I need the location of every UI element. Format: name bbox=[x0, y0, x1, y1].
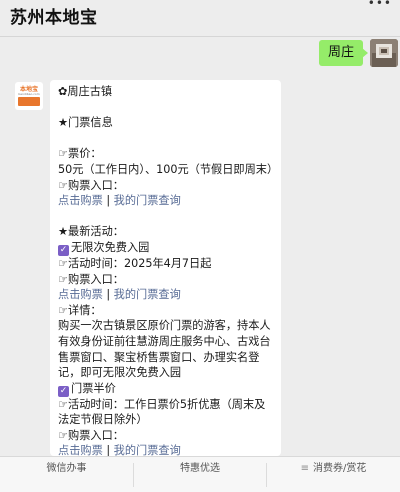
buy-ticket-link[interactable]: 点击购票 bbox=[58, 288, 103, 301]
bot-logo-sub: bendibao.com bbox=[18, 92, 40, 96]
half-price-item: ✓ 门票半价 bbox=[58, 381, 273, 397]
link-separator: | bbox=[102, 194, 114, 208]
user-message-text: 周庄 bbox=[327, 45, 354, 60]
user-avatar-photo bbox=[370, 39, 398, 67]
free-entry-text: 无限次免费入园 bbox=[71, 240, 150, 254]
check-icon: ✓ bbox=[58, 244, 69, 256]
purchase-links: 点击购票 | 我的门票查询 bbox=[58, 443, 273, 456]
link-separator: | bbox=[102, 444, 114, 456]
buy-ticket-link[interactable]: 点击购票 bbox=[58, 194, 103, 207]
reply-message-bubble: ✿周庄古镇 ★门票信息 ☞票价： 50元（工作日内）、100元（节假日即周末） … bbox=[50, 80, 281, 456]
price-label: ☞票价： bbox=[58, 147, 102, 161]
chat-header: 苏州本地宝 ••• bbox=[0, 0, 400, 36]
link-separator: | bbox=[102, 288, 114, 302]
user-avatar[interactable] bbox=[370, 39, 398, 67]
free-entry-item: ✓ 无限次免费入园 bbox=[58, 240, 273, 256]
buy-ticket-link[interactable]: 点击购票 bbox=[58, 444, 103, 456]
menu-coupons-label: 消费券/赏花 bbox=[313, 463, 367, 474]
chat-title: 苏州本地宝 bbox=[10, 8, 98, 28]
activity-heading: ★最新活动： bbox=[58, 225, 124, 239]
header-divider bbox=[0, 36, 400, 37]
bot-avatar[interactable]: 本地宝 bendibao.com bbox=[15, 82, 43, 110]
ticket-info-heading: ★门票信息 bbox=[58, 116, 113, 130]
purchase-entry-label: ☞购票入口： bbox=[58, 428, 124, 442]
menu-special-offers-label: 特惠优选 bbox=[180, 463, 220, 474]
half-price-text: 门票半价 bbox=[71, 381, 116, 395]
more-options-icon[interactable]: ••• bbox=[368, 0, 392, 10]
my-ticket-link[interactable]: 我的门票查询 bbox=[114, 194, 181, 207]
price-text: 50元（工作日内）、100元（节假日即周末） bbox=[58, 162, 279, 176]
my-ticket-link[interactable]: 我的门票查询 bbox=[114, 444, 181, 456]
purchase-links: 点击购票 | 我的门票查询 bbox=[58, 287, 273, 303]
details-label: ☞详情： bbox=[58, 303, 102, 317]
menu-list-icon: ≡ bbox=[300, 463, 309, 474]
menu-wechat-service-label: 微信办事 bbox=[46, 463, 87, 474]
activity-time: ☞活动时间：2025年4月7日起 bbox=[58, 256, 212, 270]
reply-heading: ✿周庄古镇 bbox=[58, 85, 113, 98]
my-ticket-link[interactable]: 我的门票查询 bbox=[114, 288, 181, 301]
menu-coupons[interactable]: ≡ 消费券/赏花 bbox=[267, 457, 400, 492]
purchase-links: 点击购票 | 我的门票查询 bbox=[58, 193, 273, 209]
menu-special-offers[interactable]: 特惠优选 bbox=[134, 457, 266, 492]
menu-wechat-service[interactable]: 微信办事 bbox=[0, 457, 133, 492]
bot-logo-bar bbox=[18, 97, 40, 106]
purchase-entry-label: ☞购票入口： bbox=[58, 272, 124, 286]
check-icon: ✓ bbox=[58, 385, 69, 397]
purchase-entry-label: ☞购票入口： bbox=[58, 178, 124, 192]
bottom-menu: 微信办事 特惠优选 ≡ 消费券/赏花 bbox=[0, 456, 400, 492]
user-message-bubble[interactable]: 周庄 bbox=[318, 40, 369, 66]
half-price-time: ☞活动时间：工作日票价5折优惠（周末及法定节假日除外） bbox=[58, 397, 266, 427]
details-text: 购买一次古镇景区原价门票的游客，持本人有效身份证前往慧游周庄服务中心、古戏台售票… bbox=[58, 319, 271, 380]
